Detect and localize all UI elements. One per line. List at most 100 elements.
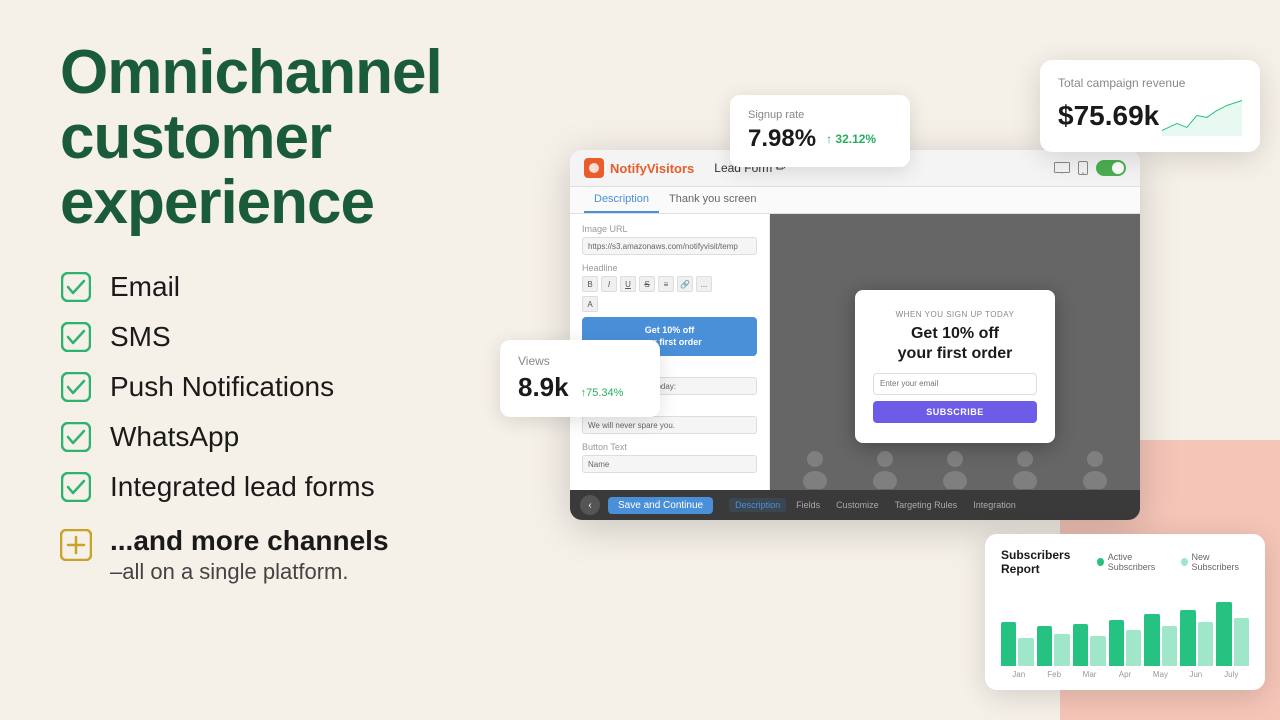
- subscribers-card: Subscribers Report Active Subscribers Ne…: [985, 534, 1265, 690]
- image-url-input[interactable]: https://s3.amazonaws.com/notifyvisit/tem…: [582, 237, 757, 255]
- logo-icon: [584, 158, 604, 178]
- bottom-tab-customize[interactable]: Customize: [830, 498, 885, 512]
- bottom-tab-targeting[interactable]: Targeting Rules: [889, 498, 964, 512]
- toolbar-btn-s[interactable]: S: [639, 276, 655, 292]
- footnote-input[interactable]: We will never spare you.: [582, 416, 757, 434]
- save-continue-button[interactable]: Save and Continue: [608, 497, 713, 514]
- revenue-value: $75.69k: [1058, 100, 1159, 132]
- main-ui-card: NotifyVisitors Lead Form ✏ Description T…: [570, 150, 1140, 520]
- chart-area: Jan Feb Mar Apr May Jun July: [1001, 586, 1249, 676]
- feature-leadforms: Integrated lead forms: [60, 471, 550, 503]
- preview-line1: Get 10% off: [590, 325, 749, 337]
- toolbar-btn-link[interactable]: 🔗: [677, 276, 693, 292]
- signup-rate-card: Signup rate 7.98% ↑ 32.12%: [730, 95, 910, 167]
- revenue-card: Total campaign revenue $75.69k: [1040, 60, 1260, 152]
- feature-label-whatsapp: WhatsApp: [110, 421, 239, 453]
- bottom-tab-integration[interactable]: Integration: [967, 498, 1022, 512]
- bar-active-feb: [1037, 626, 1052, 666]
- toolbar-btn-more[interactable]: ...: [696, 276, 712, 292]
- x-label-may: May: [1143, 670, 1178, 679]
- check-icon-push: [60, 371, 92, 403]
- bar-new-feb: [1054, 634, 1069, 666]
- feature-sms: SMS: [60, 321, 550, 353]
- button-text-input[interactable]: Name: [582, 455, 757, 473]
- headline-label: Headline: [582, 263, 757, 273]
- bar-new-apr: [1126, 630, 1141, 666]
- feature-label-leadforms: Integrated lead forms: [110, 471, 375, 503]
- bar-active-mar: [1073, 624, 1088, 666]
- bar-group-apr: [1109, 620, 1142, 666]
- chart-x-labels: Jan Feb Mar Apr May Jun July: [1001, 670, 1249, 679]
- popup-subscribe-btn[interactable]: SUBSCRIBE: [873, 401, 1037, 423]
- bar-active-may: [1144, 614, 1159, 666]
- main-heading: Omnichannel customer experience: [60, 40, 550, 235]
- check-icon-leadforms: [60, 471, 92, 503]
- left-panel: Omnichannel customer experience Email SM…: [60, 40, 550, 585]
- bar-group-july: [1216, 602, 1249, 666]
- legend-new: New Subscribers: [1181, 552, 1249, 572]
- right-panel: Signup rate 7.98% ↑ 32.12% NotifyVisitor…: [500, 0, 1280, 720]
- bar-new-may: [1162, 626, 1177, 666]
- tab-thankyou[interactable]: Thank you screen: [659, 187, 766, 213]
- feature-email: Email: [60, 271, 550, 303]
- more-channels-subtitle: –all on a single platform.: [110, 559, 389, 585]
- popup-preview: WHEN YOU SIGN UP TODAY Get 10% off your …: [855, 290, 1055, 442]
- brand-name: NotifyVisitors: [610, 161, 694, 176]
- bar-group-jan: [1001, 622, 1034, 666]
- tab-description[interactable]: Description: [584, 187, 659, 213]
- x-label-apr: Apr: [1107, 670, 1142, 679]
- bar-new-july: [1234, 618, 1249, 666]
- toolbar-btn-align[interactable]: ≡: [658, 276, 674, 292]
- toggle-on[interactable]: [1096, 160, 1126, 176]
- signup-value: 7.98%: [748, 125, 816, 153]
- bar-group-mar: [1073, 624, 1106, 666]
- bar-group-may: [1144, 614, 1177, 666]
- device-icons: [1054, 160, 1126, 176]
- image-url-label: Image URL: [582, 224, 757, 234]
- toolbar-btn-b[interactable]: B: [582, 276, 598, 292]
- bar-group-feb: [1037, 626, 1070, 666]
- signup-change: ↑ 32.12%: [826, 132, 876, 146]
- back-button[interactable]: ‹: [580, 495, 600, 515]
- x-label-july: July: [1214, 670, 1249, 679]
- button-text-label: Button Text: [582, 442, 757, 452]
- ui-bottom-bar: ‹ Save and Continue Description Fields C…: [570, 490, 1140, 520]
- bar-group-jun: [1180, 610, 1213, 666]
- legend-dot-active: [1097, 558, 1104, 566]
- ui-logo: NotifyVisitors: [584, 158, 694, 178]
- toolbar-btn-a[interactable]: A: [582, 296, 598, 312]
- bar-active-jan: [1001, 622, 1016, 666]
- x-label-mar: Mar: [1072, 670, 1107, 679]
- x-label-jun: Jun: [1178, 670, 1213, 679]
- more-channels: ...and more channels –all on a single pl…: [60, 525, 550, 585]
- check-icon-email: [60, 271, 92, 303]
- bottom-tab-description[interactable]: Description: [729, 498, 786, 512]
- check-icon-whatsapp: [60, 421, 92, 453]
- bar-active-apr: [1109, 620, 1124, 666]
- revenue-sparkline-icon: [1162, 96, 1242, 136]
- x-label-jan: Jan: [1001, 670, 1036, 679]
- more-channels-text: ...and more channels –all on a single pl…: [110, 525, 389, 585]
- bottom-nav-tabs: Description Fields Customize Targeting R…: [729, 498, 1022, 512]
- legend-dot-new: [1181, 558, 1188, 566]
- subscribers-title: Subscribers Report: [1001, 548, 1097, 576]
- ui-preview-area: WHEN YOU SIGN UP TODAY Get 10% off your …: [770, 214, 1140, 519]
- popup-email-input[interactable]: [873, 373, 1037, 395]
- toolbar-btn-i[interactable]: I: [601, 276, 617, 292]
- popup-heading: Get 10% off your first order: [873, 324, 1037, 362]
- revenue-label: Total campaign revenue: [1058, 76, 1242, 90]
- feature-whatsapp: WhatsApp: [60, 421, 550, 453]
- feature-push: Push Notifications: [60, 371, 550, 403]
- more-channels-title: ...and more channels: [110, 525, 389, 557]
- bottom-tab-fields[interactable]: Fields: [790, 498, 826, 512]
- bar-active-jun: [1180, 610, 1195, 666]
- bar-new-jan: [1018, 638, 1033, 666]
- subscribers-header: Subscribers Report Active Subscribers Ne…: [1001, 548, 1249, 576]
- check-icon-sms: [60, 321, 92, 353]
- x-label-feb: Feb: [1036, 670, 1071, 679]
- subscribers-legend: Active Subscribers New Subscribers: [1097, 552, 1249, 572]
- popup-small-text: WHEN YOU SIGN UP TODAY: [873, 310, 1037, 319]
- toolbar-btn-u[interactable]: U: [620, 276, 636, 292]
- bar-new-jun: [1198, 622, 1213, 666]
- ui-tabs: Description Thank you screen: [570, 187, 1140, 214]
